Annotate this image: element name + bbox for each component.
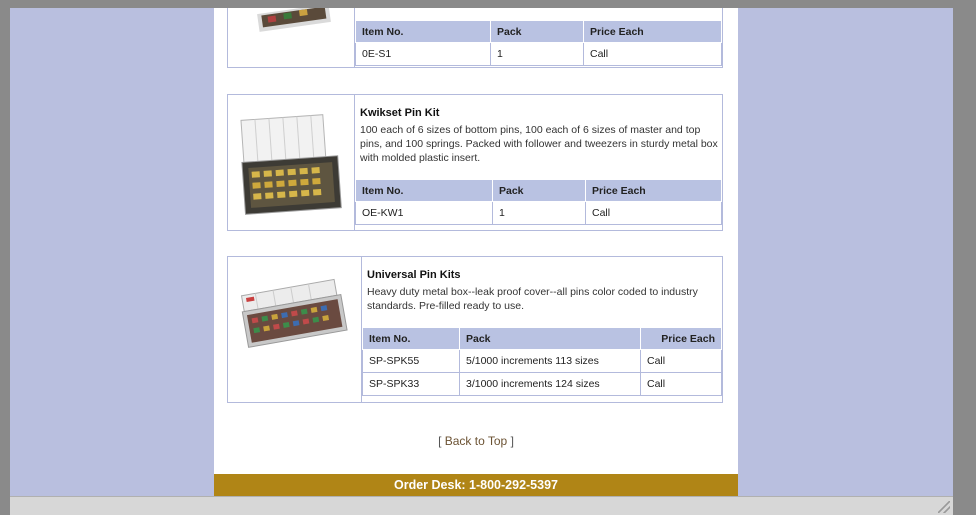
status-bar — [10, 496, 953, 515]
item-no-cell: OE-KW1 — [355, 201, 493, 225]
product-card-universal: Universal Pin Kits Heavy duty metal box-… — [227, 256, 723, 403]
product-image — [228, 257, 362, 402]
product-description: Heavy duty metal box--leak proof cover--… — [367, 286, 698, 312]
item-table: Item No. Pack Price Each OE-KW1 1 Call — [355, 179, 722, 225]
col-price: Price Each — [640, 327, 722, 350]
pack-cell: 1 — [492, 201, 586, 225]
item-no-cell: SP-SPK33 — [362, 372, 460, 396]
product-title: Kwikset Pin Kit — [360, 107, 440, 119]
order-desk-bar: Order Desk: 1-800-292-5397 — [214, 474, 738, 497]
col-price: Price Each — [585, 179, 722, 202]
col-pack: Pack — [492, 179, 586, 202]
kwikset-kit-image — [240, 114, 342, 215]
universal-kit-image — [240, 278, 348, 348]
bracket-open: [ — [438, 434, 445, 448]
item-table: Item No. Pack Price Each 0E-S1 1 Call — [355, 20, 722, 66]
table-row: SP-SPK55 5/1000 increments 113 sizes Cal… — [362, 349, 722, 373]
window-right-edge — [953, 0, 976, 515]
col-item-no: Item No. — [355, 179, 493, 202]
product-image — [228, 8, 355, 67]
item-no-cell: SP-SPK55 — [362, 349, 460, 373]
item-table: Item No. Pack Price Each SP-SPK55 5/1000… — [362, 327, 722, 396]
item-no-cell: 0E-S1 — [355, 42, 491, 66]
table-row: OE-KW1 1 Call — [355, 201, 722, 225]
col-price: Price Each — [583, 20, 722, 43]
product-card: Item No. Pack Price Each 0E-S1 1 Call — [227, 8, 723, 68]
bracket-close: ] — [507, 434, 514, 448]
content-page: Item No. Pack Price Each 0E-S1 1 Call Kw… — [214, 8, 738, 497]
price-cell: Call — [640, 349, 722, 373]
product-image — [228, 95, 355, 230]
product-card-kwikset: Kwikset Pin Kit 100 each of 6 sizes of b… — [227, 94, 723, 231]
price-cell: Call — [583, 42, 722, 66]
resize-grip-icon[interactable] — [938, 501, 950, 513]
window-left-edge — [0, 0, 10, 515]
table-row: 0E-S1 1 Call — [355, 42, 722, 66]
pack-cell: 1 — [490, 42, 584, 66]
product-description: 100 each of 6 sizes of bottom pins, 100 … — [360, 124, 718, 164]
back-to-top-link[interactable]: Back to Top — [445, 434, 507, 448]
col-pack: Pack — [490, 20, 584, 43]
pack-cell: 3/1000 increments 124 sizes — [459, 372, 641, 396]
price-cell: Call — [640, 372, 722, 396]
window-top-edge — [0, 0, 976, 8]
product-title: Universal Pin Kits — [367, 269, 461, 281]
price-cell: Call — [585, 201, 722, 225]
table-row: SP-SPK33 3/1000 increments 124 sizes Cal… — [362, 372, 722, 396]
pin-kit-image — [257, 8, 331, 32]
col-pack: Pack — [459, 327, 641, 350]
col-item-no: Item No. — [362, 327, 460, 350]
pack-cell: 5/1000 increments 113 sizes — [459, 349, 641, 373]
back-to-top: [ Back to Top ] — [214, 434, 738, 448]
col-item-no: Item No. — [355, 20, 491, 43]
